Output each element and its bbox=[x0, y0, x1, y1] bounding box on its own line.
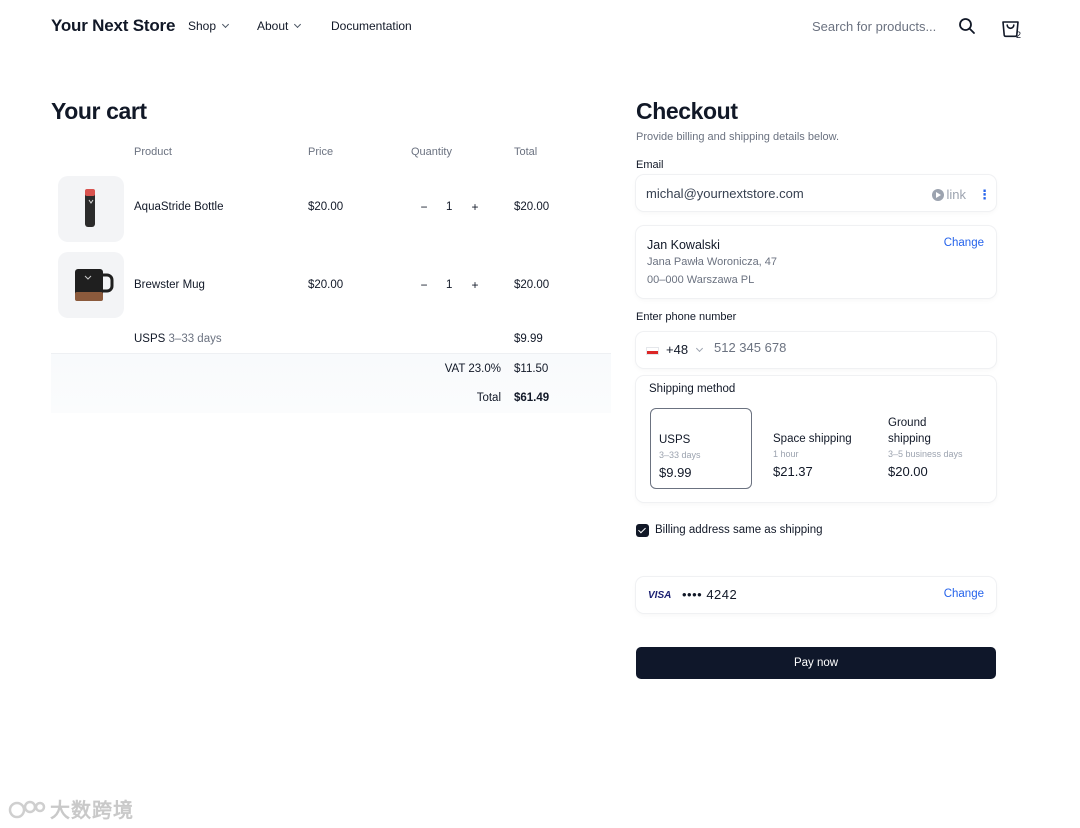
product-name[interactable]: Brewster Mug bbox=[134, 279, 205, 291]
shipping-option-time: 3–5 business days bbox=[888, 449, 963, 459]
quantity-value: 1 bbox=[446, 201, 453, 213]
column-header-total: Total bbox=[514, 146, 538, 158]
shipping-option-time: 1 hour bbox=[773, 449, 799, 459]
checkout-subtitle: Provide billing and shipping details bel… bbox=[636, 131, 840, 143]
bottle-icon bbox=[85, 189, 95, 227]
nav-documentation[interactable]: Documentation bbox=[331, 19, 412, 33]
shipping-method-panel: Shipping method USPS 3–33 days $9.99 Spa… bbox=[636, 376, 996, 502]
shipping-option-name: Ground shipping bbox=[888, 417, 931, 445]
email-field[interactable]: michal@yournextstore.com link ⋮ bbox=[636, 175, 996, 211]
product-name[interactable]: AquaStride Bottle bbox=[134, 201, 224, 213]
payment-card: VISA •••• 4242 Change bbox=[636, 577, 996, 613]
more-options-icon[interactable]: ⋮ bbox=[978, 187, 991, 203]
checkout-title: Checkout bbox=[636, 98, 738, 124]
shipping-option-name: Space shipping bbox=[773, 433, 852, 445]
chevron-down-icon bbox=[294, 20, 302, 29]
nav-documentation-label: Documentation bbox=[331, 19, 412, 33]
vat-value: $11.50 bbox=[514, 363, 549, 375]
vat-label: VAT 23.0% bbox=[444, 363, 501, 375]
shipping-option-time: 3–33 days bbox=[659, 450, 701, 460]
link-badge-label: link bbox=[946, 187, 966, 202]
shipping-option-name: USPS bbox=[659, 434, 691, 446]
total-label: Total bbox=[476, 392, 501, 404]
country-code-select[interactable]: +48 bbox=[666, 342, 704, 357]
product-price: $20.00 bbox=[308, 279, 344, 291]
link-logo-icon bbox=[932, 188, 945, 201]
nav-shop-label: Shop bbox=[188, 19, 217, 33]
quantity-decrease-button[interactable]: − bbox=[418, 278, 430, 292]
product-image-bottle[interactable] bbox=[58, 176, 124, 242]
visa-logo-icon: VISA bbox=[648, 590, 672, 601]
chevron-down-icon bbox=[696, 344, 704, 352]
shipping-option-ground[interactable]: Ground shipping 3–5 business days $20.00 bbox=[880, 408, 982, 489]
quantity-decrease-button[interactable]: − bbox=[418, 200, 430, 214]
phone-field: +48 bbox=[636, 332, 996, 368]
total-value: $61.49 bbox=[514, 392, 550, 404]
phone-label: Enter phone number bbox=[636, 311, 737, 323]
column-header-price: Price bbox=[308, 146, 334, 158]
change-address-link[interactable]: Change bbox=[944, 237, 984, 249]
mug-icon bbox=[75, 269, 114, 301]
shipping-option-price: $21.37 bbox=[773, 464, 813, 479]
poland-flag-icon bbox=[646, 347, 659, 355]
email-value: michal@yournextstore.com bbox=[646, 186, 804, 201]
address-line-2: 00–000 Warszawa PL bbox=[647, 274, 755, 286]
shipping-carrier: USPS bbox=[134, 333, 166, 345]
column-header-product: Product bbox=[134, 146, 172, 158]
brand-logo[interactable]: Your Next Store bbox=[51, 16, 175, 36]
cart-count-badge: 2 bbox=[1016, 30, 1022, 40]
address-line-1: Jana Pawła Woronicza, 47 bbox=[647, 256, 778, 268]
shipping-price: $9.99 bbox=[514, 333, 543, 345]
shipping-option-price: $20.00 bbox=[888, 464, 928, 479]
address-name: Jan Kowalski bbox=[647, 238, 720, 252]
shipping-method-title: Shipping method bbox=[649, 383, 736, 395]
search-input[interactable] bbox=[812, 18, 942, 34]
nav-shop[interactable]: Shop bbox=[188, 19, 230, 33]
quantity-increase-button[interactable]: + bbox=[469, 278, 481, 292]
cart-title: Your cart bbox=[51, 98, 147, 124]
card-number-masked: •••• 4242 bbox=[682, 587, 738, 602]
cart-summary bbox=[51, 353, 611, 413]
line-total: $20.00 bbox=[514, 279, 550, 291]
site-header: Your Next Store Shop About Documentation… bbox=[0, 0, 1080, 54]
column-header-quantity: Quantity bbox=[411, 146, 452, 158]
product-image-mug[interactable] bbox=[58, 252, 124, 318]
product-price: $20.00 bbox=[308, 201, 344, 213]
nav-about-label: About bbox=[257, 19, 289, 33]
shipping-days: 3–33 days bbox=[168, 333, 222, 345]
email-label: Email bbox=[636, 159, 664, 171]
quantity-increase-button[interactable]: + bbox=[469, 200, 481, 214]
nav-about[interactable]: About bbox=[257, 19, 302, 33]
line-total: $20.00 bbox=[514, 201, 550, 213]
country-code-value: +48 bbox=[666, 342, 689, 357]
watermark-text: 大数跨境 bbox=[50, 800, 134, 822]
shipping-option-usps[interactable]: USPS 3–33 days $9.99 bbox=[650, 408, 752, 489]
phone-input[interactable] bbox=[714, 340, 964, 355]
quantity-value: 1 bbox=[446, 279, 453, 291]
chevron-down-icon bbox=[221, 20, 230, 29]
shipping-option-space[interactable]: Space shipping 1 hour $21.37 bbox=[765, 408, 867, 489]
change-card-link[interactable]: Change bbox=[944, 588, 984, 600]
billing-same-checkbox[interactable] bbox=[636, 524, 649, 537]
watermark-logo-icon bbox=[8, 800, 46, 818]
pay-now-button[interactable]: Pay now bbox=[636, 647, 996, 679]
billing-same-label[interactable]: Billing address same as shipping bbox=[655, 524, 822, 536]
shipping-option-price: $9.99 bbox=[659, 465, 692, 480]
shipping-row-label: USPS 3–33 days bbox=[134, 333, 222, 345]
watermark: 大数跨境 bbox=[8, 794, 134, 823]
link-badge[interactable]: link bbox=[932, 187, 966, 202]
search-icon[interactable] bbox=[958, 17, 976, 35]
shipping-address-card: Jan Kowalski Jana Pawła Woronicza, 47 00… bbox=[636, 226, 996, 298]
